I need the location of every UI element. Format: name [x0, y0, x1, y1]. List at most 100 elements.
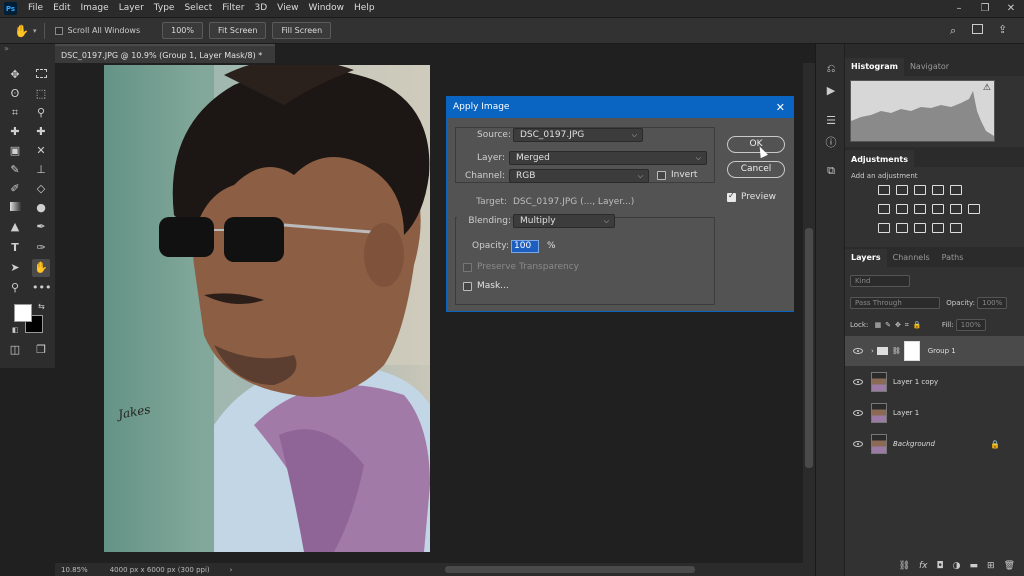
- more-tools-icon[interactable]: •••: [32, 279, 51, 297]
- tab-histogram[interactable]: Histogram: [845, 58, 904, 76]
- document-image[interactable]: Jakes: [104, 65, 430, 552]
- search-icon[interactable]: ⌕: [950, 24, 956, 38]
- status-menu-arrow[interactable]: ›: [230, 566, 233, 574]
- link-icon[interactable]: ⛓: [892, 347, 901, 355]
- zoom-100-button[interactable]: 100%: [162, 22, 203, 39]
- layer-row-layer-1-copy[interactable]: Layer 1 copy: [845, 367, 1024, 397]
- menu-window[interactable]: Window: [304, 0, 350, 17]
- info-panel-icon[interactable]: ⓘ: [824, 136, 838, 150]
- dodge-tool-icon[interactable]: ▲: [6, 218, 24, 236]
- menu-select[interactable]: Select: [179, 0, 217, 17]
- visibility-eye-icon[interactable]: [853, 441, 863, 447]
- screen-mode-icon[interactable]: ❐: [32, 341, 50, 359]
- arrange-documents-icon[interactable]: [972, 24, 983, 34]
- layer-row-group-1[interactable]: › ⛓ Group 1: [845, 336, 1024, 366]
- properties-panel-icon[interactable]: ☰: [824, 114, 838, 128]
- content-aware-move-icon[interactable]: ✕: [32, 142, 50, 160]
- swap-colors-icon[interactable]: ⇆: [38, 302, 45, 311]
- vertical-scroll-thumb[interactable]: [805, 228, 813, 468]
- healing-brush-tool-icon[interactable]: ✚: [6, 123, 24, 141]
- actions-play-icon[interactable]: ▶: [824, 84, 838, 98]
- scroll-all-windows-toggle[interactable]: Scroll All Windows: [55, 26, 140, 35]
- tab-navigator[interactable]: Navigator: [904, 58, 955, 76]
- share-icon[interactable]: ⇪: [998, 23, 1007, 36]
- layer-kind-filter[interactable]: Kind: [850, 275, 910, 287]
- menu-type[interactable]: Type: [149, 0, 180, 17]
- tab-adjustments[interactable]: Adjustments: [845, 150, 914, 170]
- cancel-button[interactable]: Cancel: [727, 161, 785, 178]
- color-balance-icon[interactable]: [896, 204, 908, 214]
- lasso-tool-icon[interactable]: ʘ: [6, 85, 24, 103]
- tool-preset-dropdown-icon[interactable]: ▾: [33, 27, 37, 35]
- fill-screen-button[interactable]: Fill Screen: [272, 22, 332, 39]
- move-tool-icon[interactable]: ✥: [6, 66, 24, 84]
- crop-tool-icon[interactable]: ⌗: [6, 104, 24, 122]
- layer-mask-thumbnail[interactable]: [903, 341, 920, 361]
- new-layer-icon[interactable]: ⊞: [987, 561, 995, 571]
- adjustment-layer-icon[interactable]: ◑: [953, 561, 961, 571]
- hand-tool-icon[interactable]: ✋: [14, 24, 29, 38]
- exposure-icon[interactable]: [932, 185, 944, 195]
- menu-edit[interactable]: Edit: [48, 0, 75, 17]
- marquee-tool-icon[interactable]: [32, 66, 50, 84]
- patch-tool-icon[interactable]: ▣: [6, 142, 24, 160]
- layer-dropdown[interactable]: Merged ⌵: [509, 151, 707, 165]
- hand-tool-icon-active[interactable]: ✋: [32, 259, 50, 277]
- selective-color-icon[interactable]: [950, 223, 962, 233]
- group-expand-icon[interactable]: ›: [871, 347, 874, 355]
- history-panel-icon[interactable]: ⎌: [824, 62, 838, 76]
- preview-label[interactable]: Preview: [741, 192, 776, 202]
- levels-icon[interactable]: [896, 185, 908, 195]
- default-colors-icon[interactable]: ◧: [12, 326, 19, 334]
- minimize-button[interactable]: –: [946, 0, 972, 17]
- hue-saturation-icon[interactable]: [878, 204, 890, 214]
- tab-paths[interactable]: Paths: [936, 249, 970, 267]
- opacity-field[interactable]: 100%: [977, 297, 1008, 309]
- curves-icon[interactable]: [914, 185, 926, 195]
- eyedropper-tool-icon[interactable]: ⚲: [32, 104, 50, 122]
- zoom-tool-icon[interactable]: ⚲: [6, 279, 24, 297]
- gradient-map-icon[interactable]: [932, 223, 944, 233]
- channel-mixer-icon[interactable]: [950, 204, 962, 214]
- dialog-title-bar[interactable]: Apply Image ✕: [447, 97, 793, 118]
- eraser-tool-icon[interactable]: ◇: [32, 180, 50, 198]
- path-pen-tool-icon[interactable]: ✑: [32, 239, 50, 257]
- mask-label[interactable]: Mask...: [477, 281, 509, 291]
- menu-image[interactable]: Image: [76, 0, 114, 17]
- close-window-button[interactable]: ✕: [998, 0, 1024, 17]
- new-group-icon[interactable]: ▬: [970, 561, 979, 571]
- visibility-eye-icon[interactable]: [853, 379, 863, 385]
- scroll-all-windows-checkbox[interactable]: [55, 26, 64, 35]
- black-white-icon[interactable]: [914, 204, 926, 214]
- horizontal-scroll-thumb[interactable]: [445, 566, 695, 573]
- dialog-close-button[interactable]: ✕: [776, 97, 785, 118]
- source-dropdown[interactable]: DSC_0197.JPG ⌵: [513, 128, 643, 142]
- brush-tool-icon-alt[interactable]: ✚: [32, 123, 50, 141]
- tab-layers[interactable]: Layers: [845, 249, 887, 267]
- visibility-eye-icon[interactable]: [853, 410, 863, 416]
- invert-checkbox[interactable]: [657, 171, 666, 180]
- foreground-color-swatch[interactable]: [14, 304, 32, 322]
- vibrance-icon[interactable]: [950, 185, 962, 195]
- menu-file[interactable]: File: [23, 0, 48, 17]
- photo-filter-icon[interactable]: [932, 204, 944, 214]
- menu-view[interactable]: View: [272, 0, 303, 17]
- fit-screen-button[interactable]: Fit Screen: [209, 22, 267, 39]
- menu-help[interactable]: Help: [349, 0, 380, 17]
- layer-style-icon[interactable]: fx: [919, 561, 928, 571]
- invert-icon[interactable]: [878, 223, 890, 233]
- history-brush-tool-icon[interactable]: ✐: [6, 180, 24, 198]
- menu-layer[interactable]: Layer: [114, 0, 149, 17]
- invert-label[interactable]: Invert: [671, 170, 697, 180]
- pen-tool-icon[interactable]: ✒: [32, 218, 50, 236]
- ok-button[interactable]: OK: [727, 136, 785, 153]
- fill-field[interactable]: 100%: [955, 319, 986, 331]
- gradient-tool-icon[interactable]: [6, 199, 24, 217]
- brush-tool-icon[interactable]: ✎: [6, 161, 24, 179]
- lock-icon[interactable]: 🔒: [990, 440, 1000, 449]
- mask-checkbox[interactable]: [463, 282, 472, 291]
- blend-mode-select[interactable]: Pass Through: [850, 297, 940, 309]
- zoom-level[interactable]: 10.85%: [61, 566, 88, 574]
- quick-mask-icon[interactable]: ◫: [6, 341, 24, 359]
- color-lookup-icon[interactable]: [968, 204, 980, 214]
